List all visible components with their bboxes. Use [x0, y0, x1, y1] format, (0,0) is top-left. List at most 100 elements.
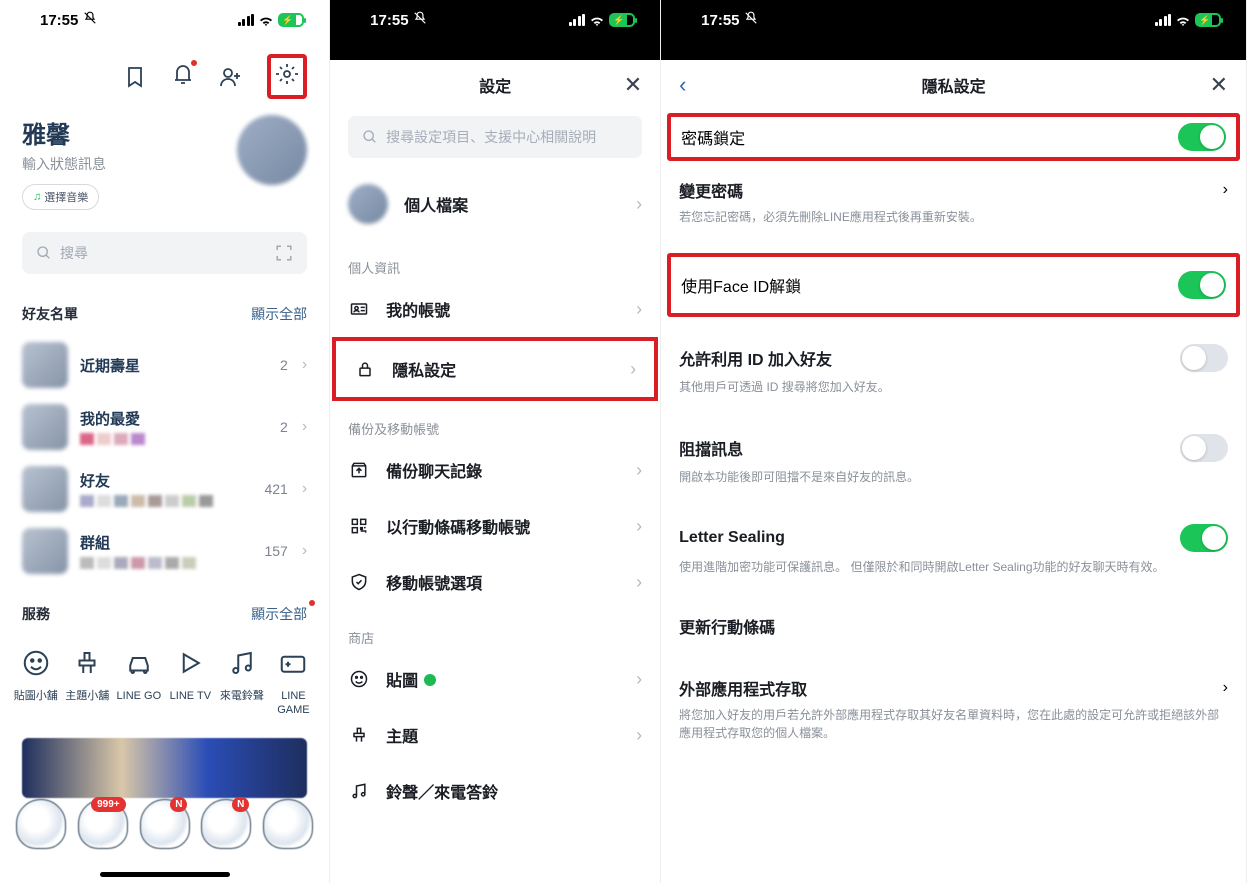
thumb [22, 466, 68, 512]
tab-chat[interactable]: 999+ [72, 799, 134, 883]
settings-search-input[interactable]: 搜尋設定項目、支援中心相關說明 [348, 116, 642, 158]
tab-wallet[interactable] [257, 799, 319, 883]
status-time: 17:55 [701, 12, 739, 29]
toggle-password-lock[interactable] [1178, 123, 1226, 151]
row-update-qr[interactable]: 更新行動條碼 [661, 600, 1246, 652]
silent-icon [744, 11, 758, 25]
show-all-link[interactable]: 顯示全部 [251, 304, 307, 324]
badge-n: N [232, 797, 249, 812]
row-allow-id: 允許利用 ID 加入好友 其他用戶可透過 ID 搜尋將您加入好友。 [661, 330, 1246, 410]
smile-icon [349, 669, 369, 689]
bookmark-icon[interactable] [123, 65, 147, 89]
chevron-right-icon: › [636, 669, 642, 690]
notification-button[interactable] [171, 62, 195, 91]
notification-dot [309, 600, 315, 606]
group-label: 個人資訊 [330, 240, 660, 281]
profile-avatar[interactable] [237, 115, 307, 185]
chevron-right-icon: › [636, 516, 642, 537]
service-ringtone[interactable]: 來電鈴聲 [216, 648, 268, 718]
status-bar: 17:55 ⚡ [330, 0, 660, 40]
silent-icon [83, 11, 97, 25]
lock-icon [355, 359, 375, 379]
toggle-faceid[interactable] [1178, 271, 1226, 299]
chevron-right-icon: › [302, 418, 307, 436]
search-input[interactable]: 搜尋 [22, 232, 307, 274]
avatar [348, 184, 388, 224]
backup-icon [349, 460, 369, 480]
row-profile[interactable]: 個人檔案 › [330, 168, 660, 240]
car-icon [124, 648, 154, 678]
music-icon [349, 781, 369, 801]
group-label: 商店 [330, 610, 660, 651]
search-icon [362, 129, 378, 145]
add-friend-icon[interactable] [219, 65, 243, 89]
toggle-letter-sealing[interactable] [1180, 524, 1228, 552]
service-linegame[interactable]: LINE GAME [268, 648, 320, 718]
music-icon [227, 648, 257, 678]
close-button[interactable]: ✕ [1210, 72, 1228, 98]
status-time: 17:55 [40, 12, 78, 29]
row-theme[interactable]: 主題 › [330, 707, 660, 763]
list-item[interactable]: 好友421› [0, 458, 329, 520]
row-change-password[interactable]: 變更密碼› 若您忘記密碼，必須先刪除LINE應用程式後再重新安裝。 [661, 164, 1246, 240]
service-linego[interactable]: LINE GO [113, 648, 165, 718]
page-title: 設定 [479, 73, 511, 97]
chevron-right-icon: › [302, 542, 307, 560]
chevron-right-icon: › [636, 572, 642, 593]
chevron-right-icon: › [636, 194, 642, 215]
settings-highlight [267, 54, 307, 99]
new-dot [424, 674, 436, 686]
status-time: 17:55 [370, 12, 408, 29]
row-privacy-highlight[interactable]: 隱私設定 › [332, 337, 658, 401]
promo-banner[interactable] [22, 738, 307, 798]
list-item[interactable]: 群組157› [0, 520, 329, 582]
page-title: 隱私設定 [922, 73, 986, 97]
home-indicator [100, 872, 230, 877]
wifi-icon [589, 14, 605, 26]
tab-today[interactable]: N [195, 799, 257, 883]
row-sticker[interactable]: 貼圖 › [330, 651, 660, 707]
toggle-block-msg[interactable] [1180, 434, 1228, 462]
service-theme[interactable]: 主題小舖 [62, 648, 114, 718]
thumb [22, 342, 68, 388]
gear-icon[interactable] [275, 62, 299, 86]
status-message-hint[interactable]: 輸入狀態訊息 [22, 154, 106, 174]
service-linetv[interactable]: LINE TV [165, 648, 217, 718]
silent-icon [413, 11, 427, 25]
list-item[interactable]: 我的最愛2› [0, 396, 329, 458]
username: 雅馨 [22, 115, 106, 150]
notification-dot [191, 60, 197, 66]
group-label: 備份及移動帳號 [330, 401, 660, 442]
brush-icon [72, 648, 102, 678]
back-button[interactable]: ‹ [679, 72, 686, 98]
shield-icon [349, 572, 369, 592]
status-bar: 17:55 ⚡ [0, 0, 329, 40]
show-all-services-link[interactable]: 顯示全部 [251, 604, 307, 624]
tab-voom[interactable]: N [134, 799, 196, 883]
row-backup[interactable]: 備份聊天記錄 › [330, 442, 660, 498]
nav-header: ‹ 隱私設定 ✕ [661, 60, 1246, 110]
battery-icon: ⚡ [1195, 13, 1221, 27]
row-account[interactable]: 我的帳號 › [330, 281, 660, 337]
thumb [22, 528, 68, 574]
chevron-right-icon: › [630, 359, 636, 380]
row-ringtone[interactable]: 鈴聲／來電答鈴 [330, 763, 660, 819]
nav-header: 設定 ✕ [330, 60, 660, 110]
id-card-icon [349, 299, 369, 319]
search-icon [36, 245, 52, 261]
list-item[interactable]: 近期壽星2› [0, 334, 329, 396]
music-chip[interactable]: ♫選擇音樂 [22, 184, 99, 210]
scan-icon[interactable] [275, 244, 293, 262]
chevron-right-icon: › [302, 356, 307, 374]
row-moveopt[interactable]: 移動帳號選項 › [330, 554, 660, 610]
tab-home[interactable] [10, 799, 72, 883]
battery-icon: ⚡ [609, 13, 635, 27]
row-external-access[interactable]: 外部應用程式存取› 將您加入好友的用戶若允許外部應用程式存取其好友名單資料時，您… [661, 662, 1246, 756]
snoopy-icon [16, 799, 66, 849]
badge-999: 999+ [91, 797, 126, 812]
row-qrmove[interactable]: 以行動條碼移動帳號 › [330, 498, 660, 554]
close-button[interactable]: ✕ [624, 72, 642, 98]
blurred-content [80, 495, 252, 509]
service-sticker[interactable]: 貼圖小舖 [10, 648, 62, 718]
toggle-allow-id[interactable] [1180, 344, 1228, 372]
